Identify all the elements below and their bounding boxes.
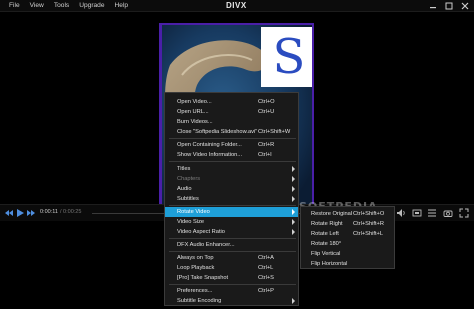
- menu-subtitle-encoding[interactable]: Subtitle Encoding: [165, 296, 298, 306]
- submenu-arrow-icon: [292, 298, 295, 304]
- menu-separator: [169, 161, 296, 162]
- divx-logo: DIVX: [226, 1, 247, 10]
- submenu-restore-original[interactable]: Restore Original Ctrl+Shift+O: [301, 209, 394, 219]
- menu-subtitles[interactable]: Subtitles: [165, 194, 298, 204]
- volume-icon[interactable]: [396, 208, 406, 218]
- menu-always-on-top[interactable]: Always on Top Ctrl+A: [165, 253, 298, 263]
- menu-separator: [169, 238, 296, 239]
- menu-upgrade[interactable]: Upgrade: [74, 1, 109, 10]
- menu-video-size[interactable]: Video Size: [165, 217, 298, 227]
- menu-close-file[interactable]: Close "Softpedia Slideshow.avi" Ctrl+Shif…: [165, 127, 298, 137]
- submenu-arrow-icon: [292, 196, 295, 202]
- submenu-arrow-icon: [292, 186, 295, 192]
- menu-tools[interactable]: Tools: [49, 1, 74, 10]
- menu-open-video[interactable]: Open Video... Ctrl+O: [165, 97, 298, 107]
- menu-separator: [169, 251, 296, 252]
- menu-open-url[interactable]: Open URL... Ctrl+U: [165, 107, 298, 117]
- menu-help[interactable]: Help: [110, 1, 134, 10]
- minimize-icon[interactable]: [426, 0, 440, 11]
- menu-video-aspect-ratio[interactable]: Video Aspect Ratio: [165, 227, 298, 237]
- close-icon[interactable]: [458, 0, 472, 11]
- menu-separator: [169, 138, 296, 139]
- play-icon[interactable]: [15, 208, 25, 218]
- snapshot-icon[interactable]: [443, 208, 453, 218]
- submenu-flip-horizontal[interactable]: Flip Horizontal: [301, 259, 394, 269]
- menu-separator: [169, 284, 296, 285]
- submenu-arrow-icon: [292, 166, 295, 172]
- rotate-submenu: Restore Original Ctrl+Shift+O Rotate Righ…: [300, 206, 395, 269]
- submenu-arrow-icon: [292, 209, 295, 215]
- menu-loop-playback[interactable]: Loop Playback Ctrl+L: [165, 263, 298, 273]
- menu-bar: File View Tools Upgrade Help: [4, 1, 133, 10]
- context-menu: Open Video... Ctrl+O Open URL... Ctrl+U Bu…: [164, 92, 299, 306]
- aspect-ratio-icon[interactable]: [412, 208, 422, 218]
- maximize-icon[interactable]: [442, 0, 456, 11]
- submenu-rotate-right[interactable]: Rotate Right Ctrl+Shift+R: [301, 219, 394, 229]
- current-time: 0:00:11: [40, 209, 58, 215]
- menu-burn-videos[interactable]: Burn Videos...: [165, 117, 298, 127]
- playlist-icon[interactable]: [427, 208, 437, 218]
- rewind-icon[interactable]: [4, 208, 14, 218]
- fast-forward-icon[interactable]: [26, 208, 36, 218]
- submenu-arrow-icon: [292, 229, 295, 235]
- menu-titles[interactable]: Titles: [165, 164, 298, 174]
- menu-take-snapshot[interactable]: [Pro] Take Snapshot Ctrl+S: [165, 273, 298, 283]
- menu-chapters: Chapters: [165, 174, 298, 184]
- submenu-flip-vertical[interactable]: Flip Vertical: [301, 249, 394, 259]
- submenu-arrow-icon: [292, 176, 295, 182]
- s-logo: S: [261, 27, 312, 87]
- title-bar: File View Tools Upgrade Help DIVX: [0, 0, 474, 12]
- total-time: / 0:00:25: [60, 209, 82, 215]
- menu-file[interactable]: File: [4, 1, 25, 10]
- menu-show-video-info[interactable]: Show Video Information... Ctrl+I: [165, 150, 298, 160]
- fullscreen-icon[interactable]: [459, 208, 469, 218]
- menu-preferences[interactable]: Preferences... Ctrl+P: [165, 286, 298, 296]
- submenu-rotate-180[interactable]: Rotate 180°: [301, 239, 394, 249]
- submenu-rotate-left[interactable]: Rotate Left Ctrl+Shift+L: [301, 229, 394, 239]
- menu-open-containing-folder[interactable]: Open Containing Folder... Ctrl+R: [165, 140, 298, 150]
- menu-rotate-video[interactable]: Rotate Video: [165, 207, 298, 217]
- menu-view[interactable]: View: [25, 1, 49, 10]
- menu-separator: [169, 205, 296, 206]
- menu-dfx-audio-enhancer[interactable]: DFX Audio Enhancer...: [165, 240, 298, 250]
- submenu-arrow-icon: [292, 219, 295, 225]
- menu-audio[interactable]: Audio: [165, 184, 298, 194]
